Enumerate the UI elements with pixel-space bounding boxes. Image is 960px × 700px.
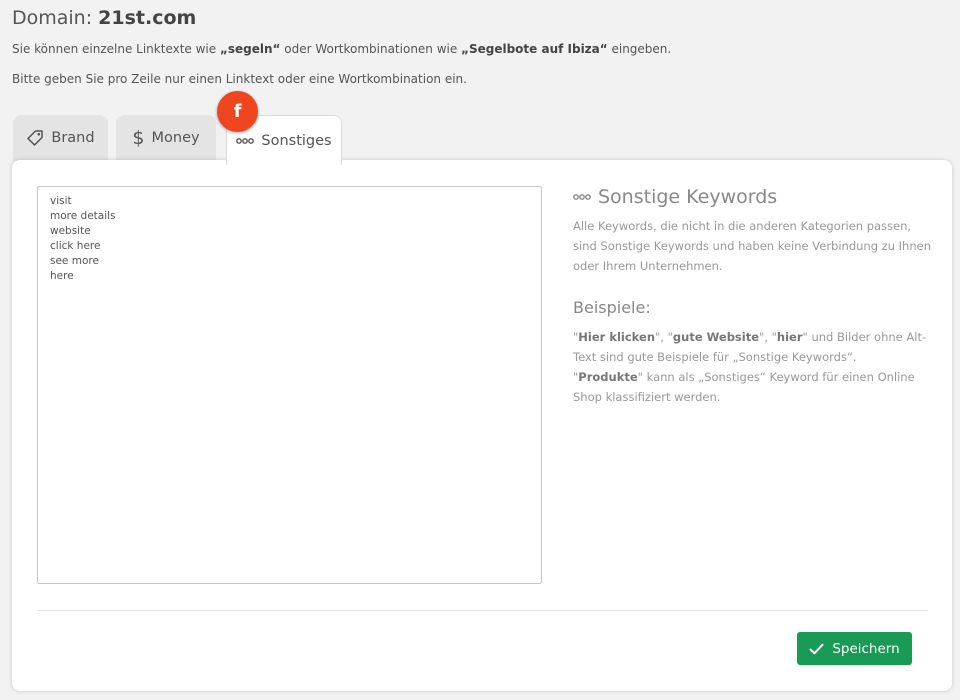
dollar-icon: $ <box>132 127 145 149</box>
page-title: Domain: 21st.com <box>12 7 196 29</box>
examples-title: Beispiele: <box>573 298 651 317</box>
dots-icon <box>236 137 255 145</box>
tab-money[interactable]: $ Money <box>116 115 216 161</box>
example-keyword: Hier klicken <box>578 330 656 344</box>
tag-icon <box>26 129 44 147</box>
example-keyword: gute Website <box>672 330 760 344</box>
domain-value: 21st.com <box>98 7 197 29</box>
content-panel: visit more details website click here se… <box>12 160 952 691</box>
dots-icon <box>573 193 591 201</box>
info-title-text: Sonstige Keywords <box>598 186 778 208</box>
check-icon <box>809 643 824 655</box>
save-button-label: Speichern <box>832 640 900 657</box>
intro-middle: oder Wortkombinationen wie <box>280 42 462 56</box>
intro-text: Sie können einzelne Linktexte wie „segel… <box>12 42 671 56</box>
example-quote: ", " <box>655 330 673 344</box>
tab-sonstiges-label: Sonstiges <box>261 132 332 149</box>
tab-money-label: Money <box>151 130 200 146</box>
example-quote: ", " <box>759 330 777 344</box>
intro-suffix: eingeben. <box>607 42 672 56</box>
examples-text: "Hier klicken", "gute Website", "hier" u… <box>573 327 933 407</box>
instruction-text: Bitte geben Sie pro Zeile nur einen Link… <box>12 72 467 86</box>
keywords-textarea[interactable]: visit more details website click here se… <box>37 186 542 584</box>
intro-example-2: „Segelbote auf Ibiza“ <box>461 42 608 56</box>
info-description: Alle Keywords, die nicht in die anderen … <box>573 219 931 273</box>
example-keyword: hier <box>776 330 803 344</box>
info-section: Sonstige Keywords Alle Keywords, die nic… <box>573 186 933 407</box>
tab-brand-label: Brand <box>51 130 95 146</box>
intro-example-1: „segeln“ <box>219 42 281 56</box>
tab-brand[interactable]: Brand <box>13 115 108 161</box>
save-button[interactable]: Speichern <box>797 632 912 665</box>
domain-label: Domain: <box>12 7 99 29</box>
divider <box>37 610 928 611</box>
intro-prefix: Sie können einzelne Linktexte wie <box>12 42 220 56</box>
info-title: Sonstige Keywords <box>573 186 933 208</box>
example-keyword: Produkte <box>578 370 638 384</box>
notification-badge[interactable]: f <box>217 91 258 132</box>
